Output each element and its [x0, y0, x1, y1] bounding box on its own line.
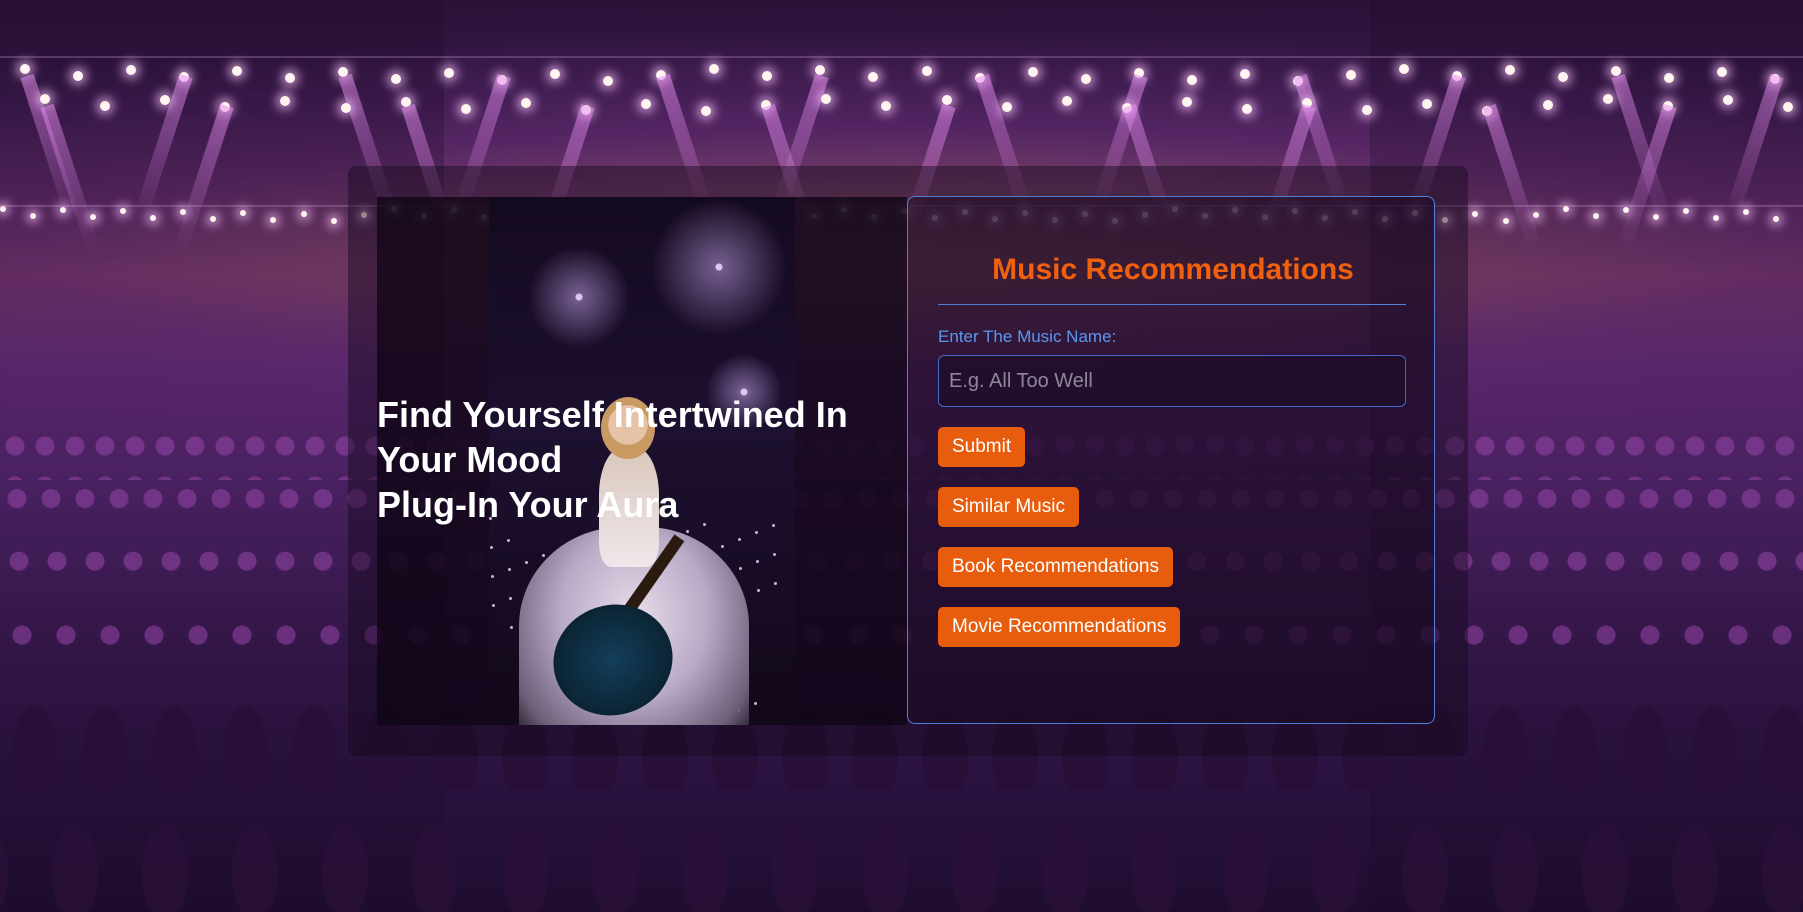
stage-light [762, 71, 773, 81]
movie-recommendations-button[interactable]: Movie Recommendations [938, 607, 1181, 647]
sparkle [756, 560, 759, 563]
stage-light [921, 66, 932, 76]
sparkle [686, 530, 689, 533]
stage-light [126, 65, 137, 75]
stage-light [1080, 74, 1091, 84]
stage-light [1782, 102, 1793, 112]
tagline-line-3: Plug-In Your Aura [377, 484, 679, 525]
stage-light [1716, 67, 1727, 77]
crowd-foreground [0, 780, 1803, 912]
stage-light [1592, 213, 1599, 219]
stage-light [1027, 67, 1038, 77]
stage-light [1504, 65, 1515, 75]
stage-light [1652, 214, 1659, 220]
sparkle [773, 553, 776, 556]
stage-light [1001, 102, 1012, 112]
recommendation-form: Music Recommendations Enter The Music Na… [907, 196, 1435, 724]
stage-light [550, 69, 561, 79]
stage-light [330, 218, 337, 224]
stage-light [868, 72, 879, 82]
stage-light [1622, 207, 1629, 213]
stage-light [821, 94, 832, 104]
sparkle [542, 554, 545, 557]
tagline-line-1: Find Yourself Intertwined In [377, 394, 848, 435]
sparkle [509, 597, 512, 600]
stage-light [1772, 216, 1779, 222]
stage-light [1242, 104, 1252, 114]
stage-light [0, 206, 6, 212]
firework [639, 197, 795, 347]
sparkle [490, 546, 493, 549]
sparkle [774, 582, 777, 585]
stage-light [444, 68, 455, 78]
stage-light [1682, 208, 1689, 214]
stage-light [1398, 64, 1409, 74]
stage-light [1712, 215, 1719, 221]
stage-light [1181, 97, 1192, 107]
hero-tagline: Find Yourself Intertwined In Your Mood P… [377, 392, 897, 527]
stage-light [460, 104, 471, 114]
form-title: Music Recommendations [992, 253, 1354, 286]
stage-light [520, 98, 531, 108]
stage-light [1663, 73, 1674, 83]
tagline-line-2: Your Mood [377, 439, 563, 480]
sparkle [739, 567, 742, 570]
stage-light [1239, 69, 1250, 79]
stage-light [1186, 75, 1197, 85]
stage-light [1502, 218, 1509, 224]
stage-light [20, 64, 30, 74]
sparkle [721, 545, 724, 548]
book-recommendations-button[interactable]: Book Recommendations [938, 547, 1173, 587]
stage-light [1061, 96, 1072, 106]
sparkle [492, 604, 495, 607]
sparkle [757, 589, 760, 592]
stage-light [40, 94, 50, 104]
sparkle [491, 575, 494, 578]
stage-truss [0, 56, 1803, 58]
submit-button[interactable]: Submit [938, 427, 1026, 467]
sparkle [510, 626, 513, 629]
stage-light [881, 101, 892, 111]
stage-light [1742, 209, 1749, 215]
stage-light [1602, 94, 1613, 104]
firework [519, 237, 639, 357]
stage-light [709, 64, 720, 74]
music-name-input[interactable] [938, 355, 1406, 407]
similar-music-button[interactable]: Similar Music [938, 487, 1079, 527]
music-name-label: Enter The Music Name: [938, 327, 1117, 346]
stage-light [340, 103, 351, 113]
stage-light [300, 211, 307, 217]
stage-light [1542, 100, 1553, 110]
stage-light [1562, 206, 1569, 212]
sparkle [507, 539, 510, 542]
sparkle [754, 702, 757, 705]
stage-light [603, 76, 614, 86]
stage-light [30, 213, 37, 219]
stage-light [1722, 95, 1733, 105]
stage-light [641, 99, 651, 109]
sparkle [525, 561, 528, 564]
stage-light [701, 106, 712, 116]
stage-light [1345, 70, 1356, 80]
sparkle [755, 531, 758, 534]
title-divider [938, 304, 1406, 305]
stage-light [73, 71, 84, 81]
sparkle [508, 568, 511, 571]
sparkle [738, 538, 741, 541]
stage-light [1532, 212, 1539, 218]
stage-light [1557, 72, 1568, 82]
